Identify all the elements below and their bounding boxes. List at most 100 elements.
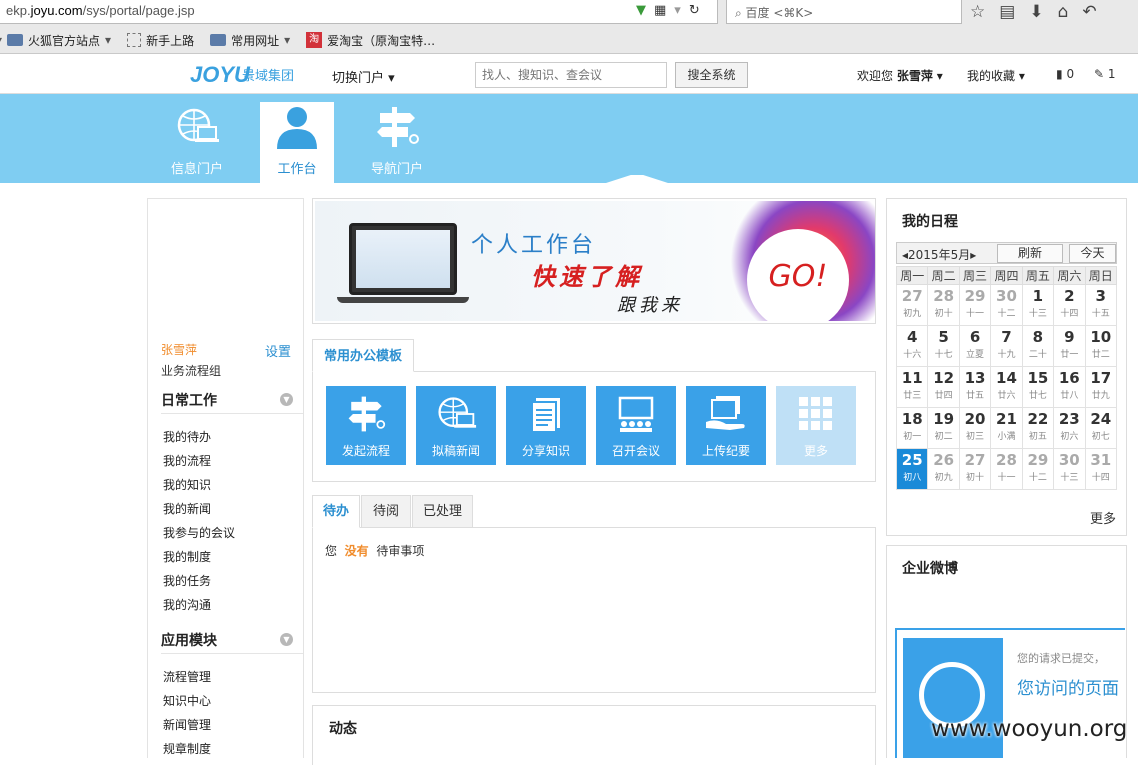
tab-processed[interactable]: 已处理	[412, 495, 473, 528]
calendar-day[interactable]: 3 十五	[1084, 284, 1118, 326]
calendar-day[interactable]: 22 初五	[1021, 407, 1055, 449]
day-number: 2	[1064, 287, 1075, 305]
calendar-day[interactable]: 30 十三	[1053, 448, 1086, 490]
more-templates-button[interactable]: 更多	[776, 386, 856, 465]
qr-code-icon[interactable]: ▦	[654, 3, 666, 18]
schedule-more-link[interactable]: 更多	[1090, 508, 1116, 527]
calendar-day[interactable]: 28 初十	[927, 284, 960, 326]
sidebar-item-my-meetings[interactable]: 我参与的会议	[163, 524, 235, 541]
calendar-day[interactable]: 19 初二	[927, 407, 960, 449]
day-number: 27	[964, 451, 986, 469]
calendar-day[interactable]: 31 十四	[1084, 448, 1118, 490]
sidebar-item-regulations[interactable]: 规章制度	[163, 740, 211, 757]
calendar-day[interactable]: 26 初九	[927, 448, 960, 490]
calendar-day[interactable]: 14 廿六	[990, 366, 1023, 408]
sidebar-item-my-news[interactable]: 我的新闻	[163, 500, 211, 517]
draft-news-button[interactable]: 拟稿新闻	[416, 386, 496, 465]
calendar-day[interactable]: 27 初十	[958, 448, 992, 490]
back-icon[interactable]: ↶	[1082, 2, 1096, 22]
calendar-day[interactable]: 30 十二	[990, 284, 1023, 326]
msg-suffix: 待审事项	[376, 544, 425, 558]
home-icon[interactable]: ⌂	[1058, 2, 1069, 22]
calendar-day[interactable]: 5 十七	[927, 325, 960, 367]
browser-search-box[interactable]: ⌕ 百度 <⌘K>	[726, 0, 962, 24]
calendar-day[interactable]: 8 二十	[1021, 325, 1055, 367]
upload-minutes-button[interactable]: 上传纪要	[686, 386, 766, 465]
calendar-day[interactable]: 2 十四	[1053, 284, 1086, 326]
documents-counter[interactable]: ▮ 0	[1056, 67, 1074, 81]
sidebar-item-my-tasks[interactable]: 我的任务	[163, 572, 211, 589]
sidebar-item-my-knowledge[interactable]: 我的知识	[163, 476, 211, 493]
reload-icon[interactable]: ↻	[689, 3, 700, 18]
search-all-button[interactable]: 搜全系统	[675, 62, 748, 88]
address-bar[interactable]: ekp.joyu.com/sys/portal/page.jsp	[0, 0, 718, 24]
dropdown-icon[interactable]: ▾	[674, 3, 681, 18]
calendar-day[interactable]: 23 初六	[1053, 407, 1086, 449]
next-month-icon[interactable]: ▸	[970, 248, 976, 262]
switch-portal-menu[interactable]: 切换门户 ▾	[332, 67, 395, 86]
reading-list-icon[interactable]: ▤	[999, 2, 1015, 22]
bookmark-label: 新手上路	[146, 33, 195, 48]
download-icon[interactable]: ⬇	[1029, 2, 1043, 22]
sidebar-item-news-mgmt[interactable]: 新闻管理	[163, 716, 211, 733]
tab-todo[interactable]: 待办	[312, 495, 360, 528]
tab-workbench[interactable]: 工作台	[260, 102, 334, 183]
sidebar-item-my-rules[interactable]: 我的制度	[163, 548, 211, 565]
global-search-input[interactable]	[475, 62, 667, 88]
start-flow-button[interactable]: 发起流程	[326, 386, 406, 465]
calendar-day[interactable]: 16 廿八	[1053, 366, 1086, 408]
calendar-day[interactable]: 6 立夏	[958, 325, 992, 367]
calendar-day[interactable]: 24 初七	[1084, 407, 1118, 449]
calendar-day[interactable]: 25 初八	[895, 448, 929, 490]
hold-meeting-button[interactable]: 召开会议	[596, 386, 676, 465]
sidebar-user-name[interactable]: 张雪萍	[161, 341, 197, 358]
tab-info-portal[interactable]: 信息门户	[160, 102, 234, 183]
sidebar-item-my-flow[interactable]: 我的流程	[163, 452, 211, 469]
calendar-day[interactable]: 28 十一	[990, 448, 1023, 490]
day-number: 21	[996, 410, 1017, 428]
sidebar-item-knowledge-center[interactable]: 知识中心	[163, 692, 211, 709]
welcome-user[interactable]: 欢迎您 张雪萍 ▾	[857, 67, 943, 84]
calendar-day[interactable]: 18 初一	[895, 407, 929, 449]
bookmark-firefox[interactable]: ▾火狐官方站点▾	[0, 32, 111, 49]
today-button[interactable]: 今天	[1069, 244, 1116, 263]
shield-icon[interactable]: ▼	[636, 3, 646, 18]
tasks-counter[interactable]: ✎ 1	[1094, 67, 1116, 81]
bookmark-newbie[interactable]: 新手上路	[127, 32, 194, 49]
banner-go-button[interactable]: GO!	[747, 229, 849, 323]
bookmark-star-icon[interactable]: ☆	[970, 2, 985, 22]
share-knowledge-button[interactable]: 分享知识	[506, 386, 586, 465]
calendar-day[interactable]: 12 廿四	[927, 366, 960, 408]
calendar-day[interactable]: 29 十一	[958, 284, 992, 326]
calendar-day[interactable]: 7 十九	[990, 325, 1023, 367]
taobao-icon: 淘	[306, 32, 323, 48]
collapse-icon[interactable]: ▼	[280, 633, 293, 646]
calendar-day[interactable]: 10 廿二	[1084, 325, 1118, 367]
sidebar-item-my-comms[interactable]: 我的沟通	[163, 596, 211, 613]
calendar-day[interactable]: 27 初九	[895, 284, 929, 326]
calendar-day[interactable]: 4 十六	[895, 325, 929, 367]
refresh-button[interactable]: 刷新	[997, 244, 1063, 263]
calendar-day[interactable]: 13 廿五	[958, 366, 992, 408]
calendar-day[interactable]: 15 廿七	[1021, 366, 1055, 408]
sidebar-item-my-todo[interactable]: 我的待办	[163, 428, 211, 445]
calendar-day[interactable]: 21 小满	[990, 407, 1023, 449]
bookmark-taobao[interactable]: 淘爱淘宝（原淘宝特…	[306, 32, 435, 49]
calendar-day[interactable]: 29 十二	[1021, 448, 1055, 490]
calendar-day[interactable]: 20 初三	[958, 407, 992, 449]
collapse-icon[interactable]: ▼	[280, 393, 293, 406]
tab-to-read[interactable]: 待阅	[361, 495, 411, 528]
settings-link[interactable]: 设置	[265, 341, 291, 360]
calendar-day[interactable]: 1 十三	[1021, 284, 1055, 326]
logo[interactable]: JOYU	[190, 62, 250, 88]
calendar-day[interactable]: 17 廿九	[1084, 366, 1118, 408]
tab-nav-portal[interactable]: 导航门户	[360, 102, 434, 183]
tab-office-templates[interactable]: 常用办公模板	[312, 339, 414, 372]
workbench-banner[interactable]: 个人工作台 快速了解 跟我来 GO!	[312, 198, 876, 324]
bookmark-common[interactable]: 常用网址 ▾	[210, 32, 290, 49]
favorites-menu[interactable]: 我的收藏 ▾	[967, 67, 1025, 84]
sidebar-item-flow-mgmt[interactable]: 流程管理	[163, 668, 211, 685]
calendar-day[interactable]: 11 廿三	[895, 366, 929, 408]
calendar-day[interactable]: 9 廿一	[1053, 325, 1086, 367]
day-number: 27	[901, 287, 923, 305]
